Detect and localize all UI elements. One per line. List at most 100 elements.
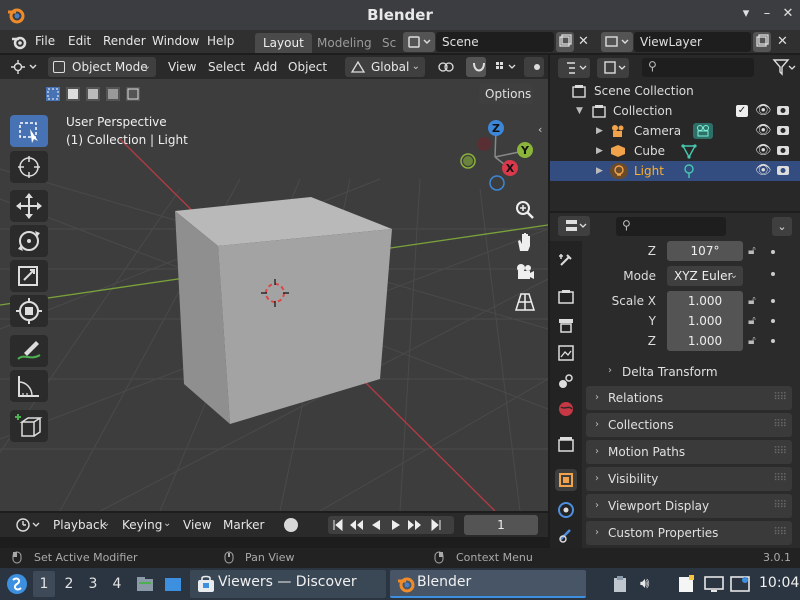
desktop-1[interactable]: 1	[35, 576, 53, 592]
outliner-row-camera[interactable]: ▶ Camera 👁	[550, 121, 800, 141]
camera-view-icon[interactable]	[512, 259, 538, 285]
3d-viewport[interactable]: Options User Perspective (1) Collection …	[0, 79, 548, 511]
scene-selector-icon[interactable]	[403, 32, 435, 52]
properties-editor-type-icon[interactable]	[558, 216, 590, 236]
task-discover[interactable]: Viewers — Discover	[190, 570, 386, 598]
constraints-tab-icon[interactable]	[555, 525, 577, 547]
tool-tab-icon[interactable]	[555, 249, 577, 271]
tab-sculpting[interactable]: Sc	[374, 33, 396, 53]
object-tab-icon[interactable]	[555, 469, 577, 491]
playback-menu[interactable]: Playback	[53, 518, 107, 532]
notes-icon[interactable]	[677, 574, 695, 597]
minimize-icon[interactable]: –	[758, 5, 776, 23]
keying-menu[interactable]: Keying	[122, 518, 162, 532]
snap-settings-icon[interactable]	[488, 57, 520, 77]
playback-controls[interactable]	[328, 516, 454, 537]
marker-menu[interactable]: Marker	[223, 518, 264, 532]
tab-layout[interactable]: Layout	[255, 33, 312, 53]
view-layer-tab-icon[interactable]	[555, 342, 577, 364]
app-launcher-icon[interactable]	[5, 572, 29, 599]
mode-selector[interactable]: Object Mode ⌄	[48, 57, 156, 77]
task-blender[interactable]: Blender	[390, 570, 586, 598]
timeline-view-menu[interactable]: View	[183, 518, 211, 532]
desktop-3[interactable]: 3	[84, 576, 102, 592]
output-tab-icon[interactable]	[555, 314, 577, 336]
panel-custom-properties[interactable]: › Custom Properties ⠿⠿	[586, 521, 792, 545]
outliner-row-cube[interactable]: ▶ Cube 👁	[550, 141, 800, 161]
eye-icon[interactable]: 👁	[755, 101, 772, 121]
panel-motion-paths[interactable]: › Motion Paths ⠿⠿	[586, 440, 792, 464]
viewlayer-selector-icon[interactable]	[601, 32, 633, 52]
clipboard-icon[interactable]	[612, 575, 628, 596]
eye-icon[interactable]: 👁	[755, 121, 772, 141]
panel-viewport-display[interactable]: › Viewport Display ⠿⠿	[586, 494, 792, 518]
scene-tab-icon[interactable]	[555, 370, 577, 392]
drag-handle-icon[interactable]: ⠿⠿	[773, 386, 787, 410]
lock-icon[interactable]: 🔓︎	[748, 333, 756, 348]
menu-file[interactable]: File	[35, 34, 55, 48]
display-icon[interactable]	[704, 575, 724, 596]
updates-icon[interactable]	[730, 575, 750, 596]
expand-right-icon[interactable]: ▶	[596, 121, 603, 141]
pivot-point-icon[interactable]	[430, 57, 462, 77]
menu-view[interactable]: View	[168, 60, 196, 74]
eye-icon[interactable]: 👁	[755, 141, 772, 161]
volume-icon[interactable]: 🔊︎	[640, 574, 649, 592]
add-cube-tool[interactable]	[10, 410, 48, 442]
drag-handle-icon[interactable]: ⠿⠿	[773, 521, 787, 545]
outliner-row-light[interactable]: ▶ Light 👁	[550, 161, 800, 181]
camera-render-icon[interactable]	[776, 123, 790, 143]
eye-icon[interactable]: 👁	[755, 161, 772, 181]
properties-search-input[interactable]: ⚲	[616, 217, 726, 236]
outliner-row-scene-collection[interactable]: Scene Collection	[550, 81, 800, 101]
delta-transform-subpanel[interactable]: › Delta Transform	[608, 365, 718, 379]
expand-right-icon[interactable]: ▶	[596, 161, 603, 181]
keyframe-dot-icon[interactable]	[771, 299, 775, 303]
keyframe-dot-icon[interactable]	[771, 319, 775, 323]
new-viewlayer-icon[interactable]	[753, 32, 771, 52]
lock-icon[interactable]: 🔓︎	[748, 243, 756, 258]
chevron-down-icon[interactable]: ▾	[737, 5, 755, 23]
filter-icon[interactable]	[772, 57, 796, 80]
pan-hand-icon[interactable]	[512, 229, 538, 255]
menu-select[interactable]: Select	[208, 60, 245, 74]
close-icon[interactable]: ✕	[779, 5, 797, 23]
current-frame-field[interactable]: 1	[464, 515, 538, 535]
timeline-editor-type-icon[interactable]	[8, 515, 42, 535]
scene-name-field[interactable]: Scene	[436, 32, 554, 52]
lock-icon[interactable]: 🔓︎	[748, 293, 756, 308]
menu-add[interactable]: Add	[254, 60, 277, 74]
collection-tab-icon[interactable]	[555, 433, 577, 455]
move-tool[interactable]	[10, 190, 48, 222]
menu-window[interactable]: Window	[152, 34, 199, 48]
transform-tool[interactable]	[10, 295, 48, 327]
select-box-tool[interactable]	[10, 115, 48, 147]
desktop-4[interactable]: 4	[108, 576, 126, 592]
display-mode-icon[interactable]	[597, 58, 629, 78]
delete-viewlayer-icon[interactable]: ✕	[777, 34, 788, 49]
measure-tool[interactable]	[10, 370, 48, 402]
drag-handle-icon[interactable]: ⠿⠿	[773, 494, 787, 518]
expand-down-icon[interactable]: ▼	[576, 101, 583, 121]
select-mode-icons[interactable]	[44, 85, 142, 106]
keyframe-dot-icon[interactable]	[771, 272, 775, 276]
chevron-down-icon[interactable]: ⌄	[772, 217, 792, 236]
outliner-search-input[interactable]: ⚲	[642, 58, 754, 77]
sidebar-toggle-icon[interactable]: ‹	[538, 123, 542, 136]
outliner-row-collection[interactable]: ▼ Collection ✓ 👁	[550, 101, 800, 121]
outliner-editor-type-icon[interactable]	[558, 58, 590, 78]
tab-modeling[interactable]: Modeling	[309, 33, 380, 53]
options-dropdown[interactable]: Options	[479, 84, 533, 104]
drag-handle-icon[interactable]: ⠿⠿	[773, 440, 787, 464]
camera-render-icon[interactable]	[776, 163, 790, 183]
new-scene-icon[interactable]	[556, 32, 574, 52]
panel-relations[interactable]: › Relations ⠿⠿	[586, 386, 792, 410]
scale-tool[interactable]	[10, 260, 48, 292]
physics-tab-icon[interactable]	[555, 499, 577, 521]
scale-z-field[interactable]: 1.000	[667, 331, 743, 351]
proportional-edit-icon[interactable]	[524, 57, 544, 77]
camera-render-icon[interactable]	[776, 103, 790, 123]
clock[interactable]: 10:04	[759, 575, 799, 591]
rotation-mode-dropdown[interactable]: XYZ Euler ⌄	[667, 266, 743, 286]
rotate-tool[interactable]	[10, 225, 48, 257]
